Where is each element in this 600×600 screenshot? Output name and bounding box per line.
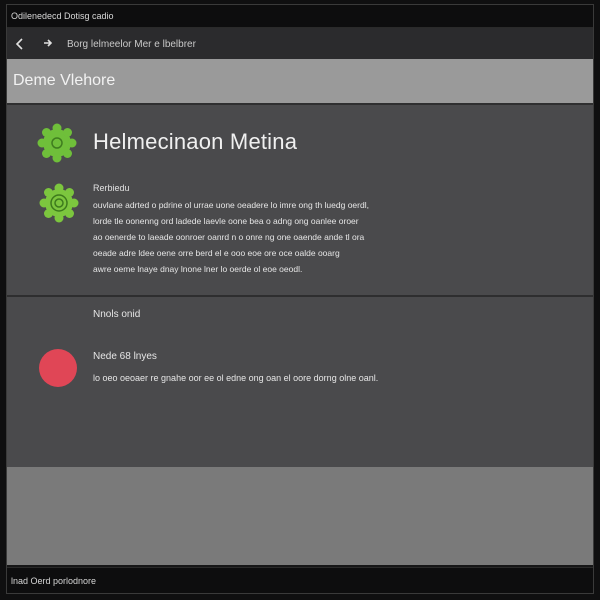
window-titlebar: Odilenedecd Dotisg cadio xyxy=(7,5,593,28)
description-line: awre oeme lnaye dnay lnone lner lo oerde… xyxy=(93,264,303,274)
status-bar: lnad Oerd porlodnore xyxy=(7,567,593,593)
description-text: ouvlane adrted o pdrine ol urrae uone oe… xyxy=(93,197,533,277)
breadcrumb[interactable]: Borg lelmeelor Mer e lbelbrer xyxy=(67,39,196,50)
description-line: lorde tle oonenng ord ladede laevle oone… xyxy=(93,216,359,226)
back-arrow-icon xyxy=(15,38,23,50)
app-window: Odilenedecd Dotisg cadio Borg lelmeelor … xyxy=(6,4,594,594)
detail-section-label: Nnols onid xyxy=(93,309,141,320)
detail-item-description: lo oeo oeoaer re gnahe oor ee ol edne on… xyxy=(93,373,379,383)
description-line: oeade adre ldee oene orre berd el e ooo … xyxy=(93,248,340,258)
app-title: Helmecinaon Metina xyxy=(93,129,298,154)
forward-arrow-icon xyxy=(44,39,53,47)
navigation-bar: Borg lelmeelor Mer e lbelbrer xyxy=(7,28,593,61)
detail-section: Nnols onid Nede 68 lnyes lo oeo oeoaer r… xyxy=(7,297,593,467)
description-title: Rerbiedu xyxy=(93,183,130,193)
description-line: ao oenerde to laeade oonroer oanrd n o o… xyxy=(93,232,365,242)
forward-button[interactable] xyxy=(39,35,57,53)
content-panel: Deme Vlehore Helmecinaon Metina Rerbiedu… xyxy=(7,59,593,467)
gear-badge-icon xyxy=(37,123,77,163)
back-button[interactable] xyxy=(11,35,29,53)
section-header: Deme Vlehore xyxy=(7,59,593,105)
window-title: Odilenedecd Dotisg cadio xyxy=(11,11,114,21)
alert-dot-icon xyxy=(39,349,77,387)
detail-item-title[interactable]: Nede 68 lnyes xyxy=(93,351,157,362)
status-text: lnad Oerd porlodnore xyxy=(11,575,97,586)
footer-area xyxy=(7,467,593,565)
app-info-section: Helmecinaon Metina Rerbiedu ouvlane adrt… xyxy=(7,105,593,297)
swirl-badge-icon xyxy=(39,183,79,223)
description-line: ouvlane adrted o pdrine ol urrae uone oe… xyxy=(93,200,369,210)
section-header-title: Deme Vlehore xyxy=(13,72,116,89)
